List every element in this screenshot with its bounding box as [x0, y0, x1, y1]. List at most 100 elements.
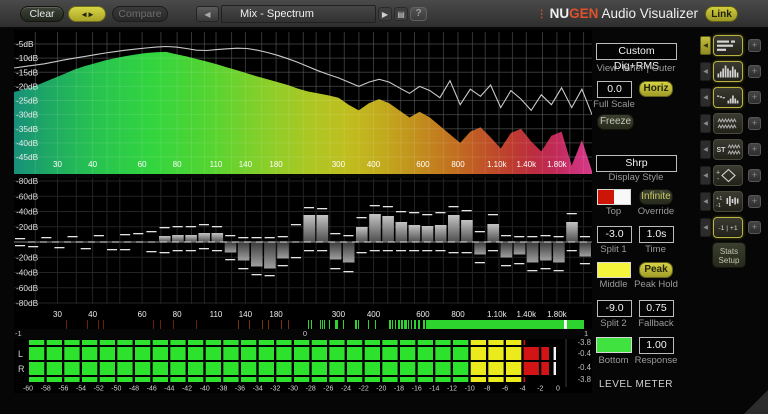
meter-view-add-button[interactable]: +	[748, 39, 761, 52]
offset-field[interactable]: 0.0	[597, 81, 632, 98]
vectorscope-view-add-button[interactable]: +	[748, 169, 761, 182]
correlation-meter-view-collapse-tab[interactable]: ◀	[700, 218, 711, 237]
response-field[interactable]: 1.00	[639, 337, 674, 354]
spectrum-view-collapse-tab[interactable]: ◀	[700, 62, 711, 81]
svg-text:80: 80	[173, 310, 182, 319]
svg-text:-5dB: -5dB	[16, 39, 34, 49]
display-style-label: Display Style	[608, 172, 664, 183]
mode-selector[interactable]: Custom Dig+RMS	[596, 43, 677, 72]
svg-text:-20dB: -20dB	[16, 81, 39, 91]
preset-next-button[interactable]: ▶	[378, 7, 392, 21]
stats-setup-button[interactable]: Stats Setup	[712, 242, 746, 268]
peak-hold-button[interactable]: Peak	[639, 262, 673, 278]
list-icon: ▤	[397, 10, 405, 19]
correlation-min-label: -1	[15, 329, 22, 338]
svg-text:30: 30	[53, 310, 62, 319]
correlation-history-view-add-button[interactable]: +	[748, 195, 761, 208]
spectrum-view-icon	[717, 65, 739, 78]
fallback-field[interactable]: 0.75	[639, 300, 674, 317]
correlation-meter-view-button[interactable]: -1 | +1	[713, 217, 743, 238]
preset-prev-button[interactable]: ◀	[196, 6, 219, 22]
svg-text:1.40k: 1.40k	[517, 310, 538, 319]
svg-text:-22: -22	[359, 386, 369, 393]
resize-grip[interactable]	[744, 390, 768, 414]
top-color-right	[614, 190, 630, 204]
link-button[interactable]: Link	[705, 6, 738, 22]
spectrum-view-row: ◀ +	[700, 61, 766, 83]
split1-field[interactable]: -3.0	[597, 226, 632, 243]
top-color-swatch[interactable]	[597, 189, 631, 205]
brand-product: Audio Visualizer	[598, 6, 698, 21]
brand-dots-icon: ⋮	[536, 9, 547, 20]
stereo-spectrogram-view-add-button[interactable]: +	[748, 143, 761, 156]
svg-text:-1: -1	[716, 203, 721, 209]
svg-text:-80dB: -80dB	[16, 298, 39, 308]
svg-text:180: 180	[269, 160, 283, 169]
spectrum-history-view-add-button[interactable]: +	[748, 91, 761, 104]
spectrogram-view-icon	[717, 117, 737, 130]
svg-text:110: 110	[210, 160, 223, 169]
stereo-spectrogram-view-collapse-tab[interactable]: ◀	[700, 140, 711, 159]
correlation-history-view-icon: +1-1	[716, 196, 739, 209]
vectorscope-view-collapse-tab[interactable]: ◀	[700, 166, 711, 185]
svg-text:-44: -44	[164, 386, 174, 393]
horiz-button[interactable]: Horiz	[639, 81, 673, 97]
svg-text:-50: -50	[111, 386, 121, 393]
meter-view-collapse-tab[interactable]: ◀	[700, 36, 711, 55]
svg-text:400: 400	[367, 160, 381, 169]
help-button[interactable]: ?	[410, 7, 427, 21]
stereo-spectrogram-view-button[interactable]: ST	[713, 139, 743, 160]
ab-swap-button[interactable]: ◄►	[68, 6, 106, 22]
svg-text:-58: -58	[41, 386, 51, 393]
middle-color-swatch[interactable]	[597, 262, 631, 278]
split1-label: Split 1	[600, 244, 627, 255]
compare-button[interactable]: Compare	[112, 6, 168, 22]
svg-text:600: 600	[416, 310, 430, 319]
svg-text:-16: -16	[412, 386, 422, 393]
svg-text:-20: -20	[376, 386, 386, 393]
svg-text:300: 300	[332, 310, 346, 319]
preset-dropdown[interactable]: Mix - Spectrum	[221, 5, 376, 23]
svg-text:-28: -28	[306, 386, 316, 393]
spectrogram-view-add-button[interactable]: +	[748, 117, 761, 130]
brand-gen: GEN	[569, 6, 599, 21]
meter-view-button[interactable]	[713, 35, 743, 56]
spectrogram-view-collapse-tab[interactable]: ◀	[700, 114, 711, 133]
svg-text:-54: -54	[76, 386, 86, 393]
middle-color	[598, 263, 630, 277]
svg-text:0: 0	[556, 386, 560, 393]
bottom-color-swatch[interactable]	[596, 337, 632, 353]
spectrum-view-button[interactable]	[713, 61, 743, 82]
clear-button[interactable]: Clear	[20, 6, 64, 22]
correlation-history-view-collapse-tab[interactable]: ◀	[700, 192, 711, 211]
view-mode-label: View: Inner | Outer	[596, 63, 676, 74]
svg-text:400: 400	[367, 310, 381, 319]
svg-text:-30: -30	[288, 386, 298, 393]
spectrum-display: -5dB -10dB -15dB -20dB -25dB -30dB -35dB -40dB -…	[14, 30, 592, 174]
override-button[interactable]: Infinite	[639, 189, 673, 205]
spectrum-history-view-collapse-tab[interactable]: ◀	[700, 88, 711, 107]
correlation-history-view-button[interactable]: +1 -1	[713, 191, 743, 212]
svg-text:-48: -48	[129, 386, 139, 393]
svg-text:-35dB: -35dB	[16, 124, 39, 134]
correlation-meter-view-add-button[interactable]: +	[748, 221, 761, 234]
spectrum-history-view-button[interactable]	[713, 87, 743, 108]
swap-arrows-icon: ◄►	[80, 10, 95, 19]
vectorscope-view-icon: +-	[716, 168, 736, 183]
level-meter-display: LR-3.8-0.4-0.4-3.8-60 -58 -56 -54 -52 -50 -48-…	[14, 339, 592, 393]
vectorscope-view-button[interactable]: + -	[713, 165, 743, 186]
spectrum-view-add-button[interactable]: +	[748, 65, 761, 78]
split2-field[interactable]: -9.0	[597, 300, 632, 317]
meter-view-row: ◀ +	[700, 35, 766, 57]
svg-text:800: 800	[451, 310, 465, 319]
spectrogram-view-button[interactable]	[713, 113, 743, 134]
svg-text:-8: -8	[484, 386, 490, 393]
override-label: Override	[637, 206, 675, 217]
display-style-selector[interactable]: Shrp	[596, 155, 677, 172]
svg-text:1.10k: 1.10k	[487, 160, 508, 169]
vectorscope-view-row: ◀ + - +	[700, 165, 766, 187]
time-field[interactable]: 1.0s	[639, 226, 674, 243]
freeze-button[interactable]: Freeze	[597, 114, 634, 130]
preset-list-button[interactable]: ▤	[394, 7, 408, 21]
svg-text:60: 60	[138, 160, 147, 169]
